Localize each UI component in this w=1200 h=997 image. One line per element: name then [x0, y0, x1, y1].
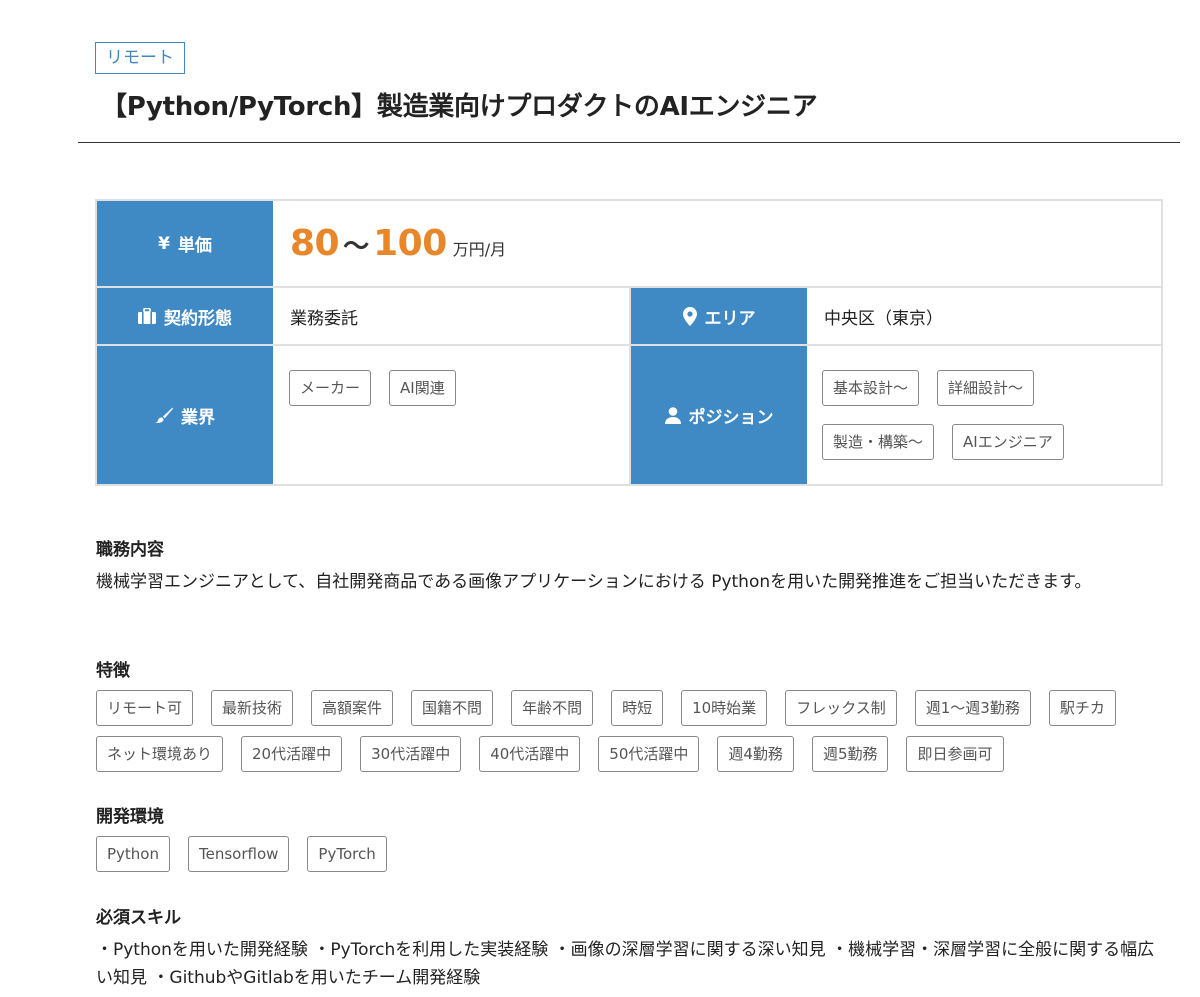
contract-header: 契約形態: [97, 288, 273, 344]
feature-tag[interactable]: 週4勤務: [717, 736, 794, 772]
feature-tag[interactable]: 年齢不問: [511, 690, 594, 726]
feature-tag[interactable]: 30代活躍中: [360, 736, 462, 772]
area-header: エリア: [631, 288, 807, 344]
price-header: ¥ 単価: [97, 201, 273, 286]
title-divider: [78, 142, 1180, 143]
environment-tag[interactable]: Tensorflow: [188, 836, 290, 872]
feature-tag[interactable]: 週1〜週3勤務: [914, 690, 1031, 726]
price-label: 単価: [177, 236, 212, 256]
feature-tag[interactable]: 高額案件: [311, 690, 394, 726]
position-tag[interactable]: AIエンジニア: [952, 424, 1064, 460]
duties-text: 機械学習エンジニアとして、自社開発商品である画像アプリケーションにおける Pyt…: [96, 572, 1092, 592]
features-heading: 特徴: [96, 661, 130, 681]
feature-tag[interactable]: 40代活躍中: [479, 736, 581, 772]
price-tilde: 〜: [343, 232, 370, 262]
area-value: 中央区（東京）: [824, 308, 943, 329]
briefcase-icon: [138, 308, 156, 324]
feature-tag[interactable]: 50代活躍中: [598, 736, 700, 772]
feature-tag[interactable]: 最新技術: [211, 690, 294, 726]
brush-icon: [155, 407, 173, 423]
contract-label: 契約形態: [164, 308, 232, 329]
position-label: ポジション: [688, 407, 774, 428]
price-max: 100: [373, 223, 447, 264]
duties-heading: 職務内容: [96, 540, 164, 560]
feature-tag[interactable]: 10時始業: [681, 690, 768, 726]
industry-tags: メーカー AI関連: [289, 370, 619, 406]
area-label: エリア: [704, 308, 756, 329]
industry-label: 業界: [181, 407, 215, 428]
feature-tag[interactable]: 国籍不問: [411, 690, 494, 726]
environment-tags: Python Tensorflow PyTorch: [96, 836, 387, 872]
skills-heading: 必須スキル: [96, 908, 181, 928]
price-unit: 万円/月: [452, 240, 507, 259]
position-tag[interactable]: 製造・構築〜: [822, 424, 935, 460]
feature-tags: リモート可 最新技術 高額案件 国籍不問 年齢不問 時短 10時始業 フレックス…: [96, 690, 1176, 772]
feature-tag[interactable]: 即日参画可: [906, 736, 1004, 772]
price-value: 80 〜 100 万円/月: [275, 223, 1155, 273]
job-info-table: ¥ 単価 80 〜 100 万円/月 契約形態 業務委託 エリア 中央区（東京）…: [95, 199, 1163, 486]
feature-tag[interactable]: リモート可: [96, 690, 194, 726]
environment-tag[interactable]: Python: [96, 836, 170, 872]
position-tag[interactable]: 基本設計〜: [822, 370, 920, 406]
feature-tag[interactable]: フレックス制: [785, 690, 897, 726]
feature-tag[interactable]: 週5勤務: [811, 736, 889, 772]
remote-badge: リモート: [95, 42, 185, 74]
contract-value: 業務委託: [290, 308, 358, 329]
position-tag[interactable]: 詳細設計〜: [937, 370, 1035, 406]
map-pin-icon: [682, 306, 697, 326]
environment-tag[interactable]: PyTorch: [307, 836, 387, 872]
feature-tag[interactable]: ネット環境あり: [96, 736, 224, 772]
environment-heading: 開発環境: [96, 807, 164, 827]
industry-tag[interactable]: メーカー: [289, 370, 372, 406]
industry-tag[interactable]: AI関連: [389, 370, 456, 406]
user-icon: [664, 406, 681, 424]
feature-tag[interactable]: 20代活躍中: [241, 736, 343, 772]
skills-text: ・Pythonを用いた開発経験 ・PyTorchを利用した実装経験 ・画像の深層…: [96, 940, 1155, 988]
feature-tag[interactable]: 時短: [611, 690, 664, 726]
yen-icon: ¥: [158, 233, 170, 254]
page-title: 【Python/PyTorch】製造業向けプロダクトのAIエンジニア: [101, 92, 818, 122]
price-min: 80: [290, 223, 340, 264]
position-tags: 基本設計〜 詳細設計〜 製造・構築〜 AIエンジニア: [822, 370, 1152, 460]
position-header: ポジション: [631, 346, 807, 484]
feature-tag[interactable]: 駅チカ: [1048, 690, 1116, 726]
industry-header: 業界: [97, 346, 273, 484]
column-divider: [629, 288, 631, 484]
